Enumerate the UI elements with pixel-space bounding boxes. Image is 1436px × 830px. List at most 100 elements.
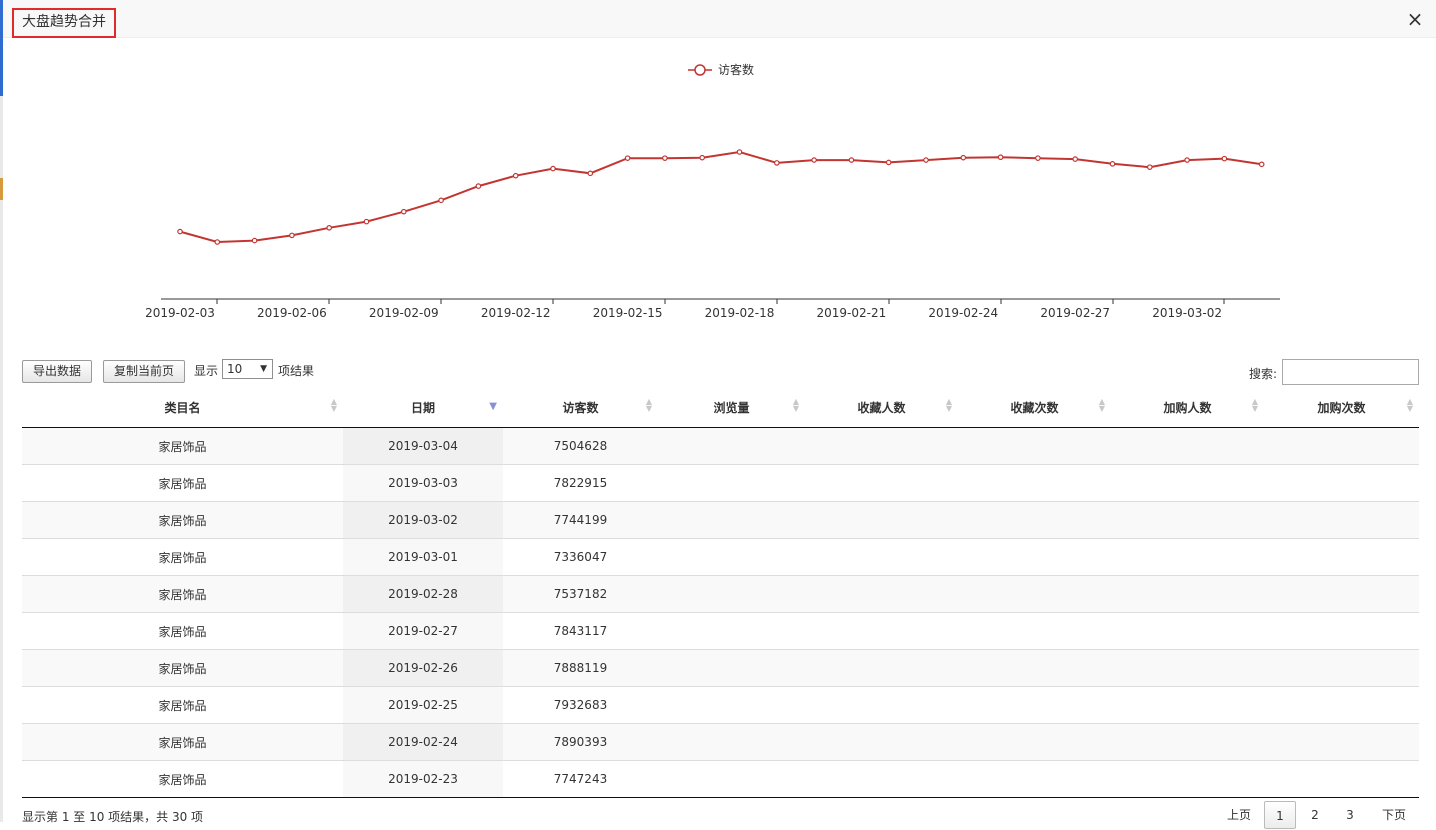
- table-cell-page-views: [658, 501, 805, 539]
- export-data-button[interactable]: 导出数据: [22, 360, 93, 383]
- x-tick-label: 2019-02-24: [928, 306, 998, 320]
- table-row[interactable]: 家居饰品 2019-02-25 7932683: [22, 686, 1419, 724]
- table-row[interactable]: 家居饰品 2019-02-23 7747243: [22, 760, 1419, 798]
- page-3-button[interactable]: 3: [1334, 801, 1366, 829]
- data-point[interactable]: [550, 165, 556, 172]
- data-point[interactable]: [885, 159, 892, 166]
- data-point[interactable]: [1258, 161, 1265, 168]
- data-point[interactable]: [773, 160, 780, 166]
- table-cell-favorite-users: [805, 501, 958, 539]
- legend-label: 访客数: [718, 62, 754, 77]
- data-point[interactable]: [512, 172, 519, 179]
- table-cell-visitors: 7843117: [503, 612, 658, 650]
- table-cell-favorite-users: [805, 575, 958, 613]
- table-cell-visitors: 7890393: [503, 723, 658, 761]
- page-size-value: 10: [227, 362, 243, 376]
- data-point[interactable]: [475, 183, 482, 189]
- data-point[interactable]: [326, 224, 333, 231]
- table-cell-date: 2019-02-28: [343, 575, 503, 613]
- sort-both-icon: ▲ ▼: [792, 397, 799, 413]
- search-input[interactable]: [1282, 359, 1419, 385]
- sort-desc-icon: ▼: [489, 401, 497, 412]
- column-header-label: 日期: [410, 400, 435, 415]
- table-cell-favorite-count: [958, 427, 1111, 465]
- table-cell-favorite-users: [805, 649, 958, 687]
- data-point[interactable]: [1184, 157, 1190, 163]
- x-tick-label: 2019-02-21: [817, 306, 887, 320]
- data-point[interactable]: [587, 170, 594, 177]
- data-point[interactable]: [177, 228, 183, 235]
- data-point[interactable]: [923, 157, 929, 163]
- table-cell-visitors: 7747243: [503, 760, 658, 798]
- table-cell-date: 2019-03-01: [343, 538, 503, 576]
- close-icon[interactable]: ×: [1404, 8, 1426, 30]
- table-cell-category-name: 家居饰品: [22, 575, 343, 613]
- table-cell-date: 2019-02-24: [343, 723, 503, 761]
- data-point[interactable]: [848, 157, 855, 163]
- data-point[interactable]: [1109, 161, 1116, 167]
- table-cell-cart-users: [1111, 649, 1264, 687]
- table-cell-cart-count: [1264, 538, 1419, 576]
- sort-both-icon: ▲ ▼: [645, 397, 652, 413]
- data-point[interactable]: [811, 157, 817, 163]
- table-cell-category-name: 家居饰品: [22, 723, 343, 761]
- column-header-date[interactable]: 日期 ▼: [343, 387, 503, 428]
- table-cell-cart-count: [1264, 427, 1419, 465]
- data-point[interactable]: [251, 237, 258, 244]
- page-2-button[interactable]: 2: [1299, 801, 1331, 829]
- data-point[interactable]: [400, 208, 407, 215]
- data-point[interactable]: [662, 155, 668, 161]
- page-1-button[interactable]: 1: [1264, 801, 1296, 829]
- data-point[interactable]: [1072, 156, 1079, 162]
- column-header-cart-count[interactable]: 加购次数 ▲ ▼: [1264, 387, 1419, 428]
- column-header-favorite-users[interactable]: 收藏人数 ▲ ▼: [805, 387, 958, 428]
- column-header-cart-users[interactable]: 加购人数 ▲ ▼: [1111, 387, 1264, 428]
- table-cell-category-name: 家居饰品: [22, 760, 343, 798]
- column-header-page-views[interactable]: 浏览量 ▲ ▼: [658, 387, 805, 428]
- next-page-button[interactable]: 下页: [1378, 801, 1410, 829]
- table-row[interactable]: 家居饰品 2019-02-26 7888119: [22, 649, 1419, 687]
- x-tick-label: 2019-02-18: [705, 306, 775, 320]
- x-tick-label: 2019-02-09: [369, 306, 439, 320]
- table-cell-cart-count: [1264, 575, 1419, 613]
- table-cell-date: 2019-03-04: [343, 427, 503, 465]
- column-header-favorite-count[interactable]: 收藏次数 ▲ ▼: [958, 387, 1111, 428]
- data-point[interactable]: [289, 232, 295, 239]
- table-row[interactable]: 家居饰品 2019-02-27 7843117: [22, 612, 1419, 650]
- page-size-select[interactable]: 10 ▼: [222, 359, 273, 379]
- table-cell-page-views: [658, 612, 805, 650]
- data-point[interactable]: [960, 154, 967, 161]
- modal-title: 大盘趋势合并: [12, 8, 116, 38]
- column-header-label: 收藏人数: [857, 400, 906, 415]
- table-row[interactable]: 家居饰品 2019-03-02 7744199: [22, 501, 1419, 539]
- table-cell-page-views: [658, 575, 805, 613]
- column-header-category-name[interactable]: 类目名 ▲ ▼: [22, 387, 343, 428]
- prev-page-button[interactable]: 上页: [1224, 801, 1254, 829]
- table-row[interactable]: 家居饰品 2019-03-04 7504628: [22, 427, 1419, 465]
- data-point[interactable]: [1221, 155, 1228, 162]
- data-point[interactable]: [1035, 155, 1041, 161]
- table-cell-favorite-count: [958, 723, 1111, 761]
- table-cell-category-name: 家居饰品: [22, 649, 343, 687]
- table-cell-date: 2019-02-27: [343, 612, 503, 650]
- data-point[interactable]: [736, 149, 743, 155]
- table-row[interactable]: 家居饰品 2019-02-28 7537182: [22, 575, 1419, 613]
- table-cell-cart-users: [1111, 427, 1264, 465]
- data-point[interactable]: [997, 154, 1004, 161]
- table-cell-date: 2019-03-02: [343, 501, 503, 539]
- table-cell-favorite-users: [805, 760, 958, 798]
- data-point[interactable]: [363, 218, 370, 225]
- data-point[interactable]: [1147, 164, 1153, 170]
- table-row[interactable]: 家居饰品 2019-03-03 7822915: [22, 464, 1419, 502]
- table-row[interactable]: 家居饰品 2019-02-24 7890393: [22, 723, 1419, 761]
- table-cell-page-views: [658, 464, 805, 502]
- data-point[interactable]: [699, 154, 706, 161]
- data-point[interactable]: [624, 155, 631, 161]
- sort-both-icon: ▲ ▼: [945, 397, 952, 413]
- chart-legend[interactable]: 访客数: [688, 62, 754, 77]
- copy-current-page-button[interactable]: 复制当前页: [103, 360, 186, 383]
- data-point[interactable]: [438, 197, 444, 204]
- column-header-visitors[interactable]: 访客数 ▲ ▼: [503, 387, 658, 428]
- data-point[interactable]: [214, 239, 221, 245]
- table-row[interactable]: 家居饰品 2019-03-01 7336047: [22, 538, 1419, 576]
